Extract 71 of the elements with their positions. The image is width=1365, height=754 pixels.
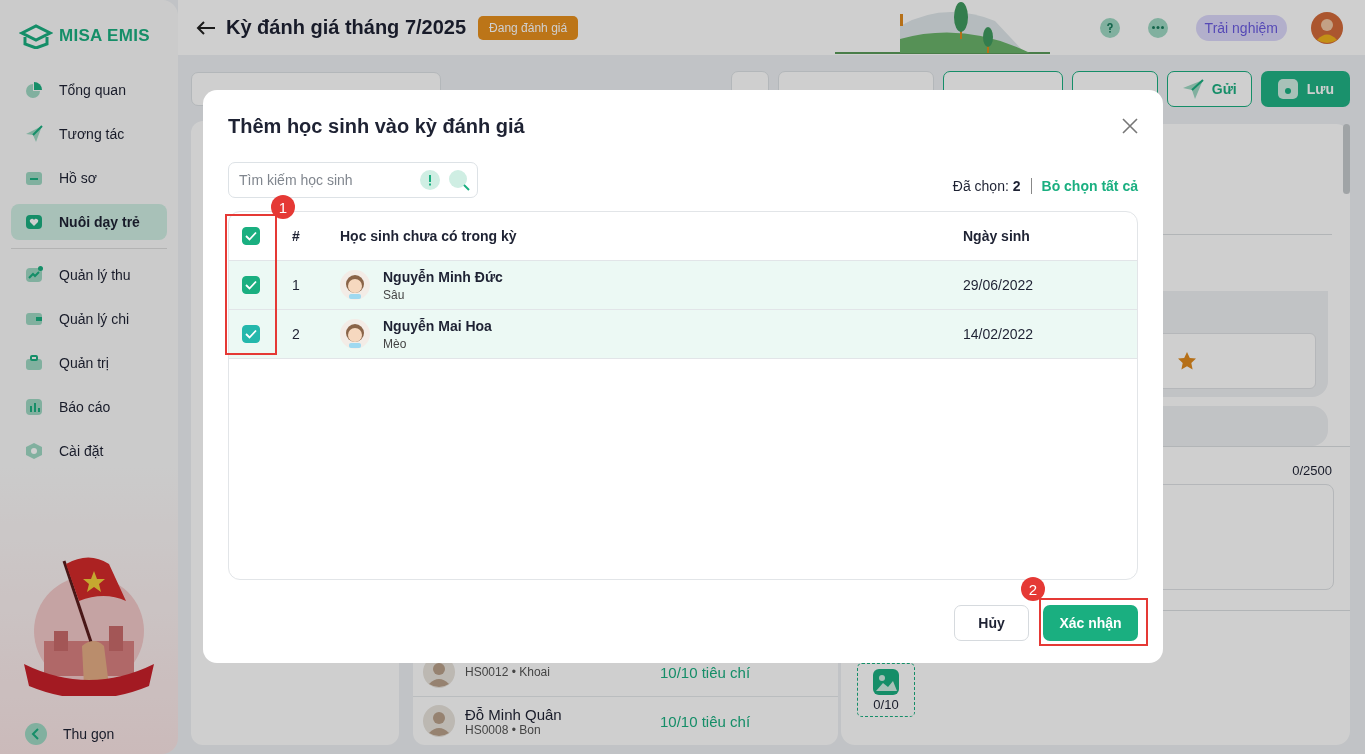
step-marker: 1 (271, 195, 295, 219)
sidebar-item[interactable]: Tổng quan (11, 72, 167, 108)
sidebar-item[interactable]: Nuôi dạy trẻ (11, 204, 167, 240)
table-cell-text: 29/06/2022 (963, 277, 1035, 293)
search-icon (448, 169, 470, 191)
folder-icon (25, 169, 43, 187)
criteria-progress: 10/10 tiêu chí (660, 712, 751, 730)
checkbox[interactable] (242, 276, 260, 294)
student-name: Đỗ Minh Quân (465, 705, 563, 723)
step-marker: 2 (1021, 577, 1045, 601)
bar-chart-icon (25, 398, 43, 416)
column-header: Học sinh chưa có trong kỳ (340, 228, 518, 244)
child-avatar-icon (340, 270, 370, 300)
wallet-icon (25, 310, 43, 328)
sidebar-item[interactable]: Quản lý chi (11, 301, 167, 337)
add-photo-button[interactable]: 0/10 (857, 663, 915, 717)
student-name: Nguyễn Minh Đức (383, 268, 503, 285)
child-avatar-icon (340, 319, 370, 349)
info-icon (420, 170, 440, 190)
checkbox[interactable] (242, 227, 260, 245)
help-button[interactable] (1099, 17, 1120, 38)
sidebar-item[interactable]: Tương tác (11, 116, 167, 152)
avatar-icon (423, 705, 455, 737)
check-icon (245, 231, 257, 241)
status-badge: Đang đánh giá (478, 15, 579, 40)
criteria-progress: 10/10 tiêu chí (660, 663, 751, 681)
student-name: Nguyễn Mai Hoa (383, 317, 492, 334)
check-icon (245, 280, 257, 290)
column-header: Ngày sinh (963, 228, 1031, 244)
student-code: HS0012 • Khoai (465, 665, 551, 679)
back-arrow-icon (196, 19, 216, 36)
table-cell-text: 2 (291, 326, 301, 342)
character-count: 0/2500 (1292, 463, 1332, 478)
sidebar-item[interactable]: Quản lý thu (11, 257, 167, 293)
student-code: HS0008 • Bon (465, 722, 541, 737)
chevron-left-icon (25, 723, 47, 745)
selected-count: Đã chọn: 2 (952, 178, 1021, 194)
paper-plane-icon (25, 125, 43, 143)
sidebar-item[interactable]: Hồ sơ (11, 160, 167, 196)
sidebar-item[interactable]: Cài đặt (11, 433, 167, 469)
table-cell-text: 14/02/2022 (963, 326, 1035, 342)
image-icon (873, 668, 899, 695)
dialog-title: Thêm học sinh vào kỳ đánh giá (228, 114, 525, 138)
column-header: # (291, 228, 301, 244)
settings-icon (25, 442, 43, 460)
check-icon (245, 329, 257, 339)
avatar-icon (1311, 11, 1343, 44)
page-title: Kỳ đánh giá tháng 7/2025 (226, 16, 467, 39)
pie-chart-icon (25, 81, 43, 99)
table-cell-text: 1 (291, 277, 301, 293)
ellipsis-icon (1151, 26, 1164, 29)
collapse-button[interactable]: Thu gọn (11, 716, 167, 752)
student-nickname: Sâu (383, 287, 406, 302)
question-mark-icon (1106, 22, 1113, 33)
chart-icon (25, 266, 43, 284)
more-button[interactable] (1147, 17, 1168, 38)
cancel-button[interactable]: Hủy (954, 605, 1029, 641)
star-icon (1177, 351, 1197, 371)
sidebar-item[interactable]: Quản trị (11, 345, 167, 381)
paper-plane-icon (1181, 78, 1204, 100)
scrollbar[interactable] (1343, 124, 1350, 194)
photo-count: 0/10 (873, 696, 899, 712)
book-logo-icon (19, 23, 53, 49)
close-button[interactable] (1122, 118, 1138, 134)
search-field[interactable]: Tìm kiếm học sinh (228, 162, 478, 198)
student-nickname: Mèo (383, 336, 408, 351)
briefcase-icon (25, 354, 43, 372)
close-icon (1122, 118, 1138, 134)
checkbox[interactable] (242, 325, 260, 343)
logo-text: MISA EMIS (59, 26, 150, 46)
sidebar-item[interactable]: Báo cáo (11, 389, 167, 425)
